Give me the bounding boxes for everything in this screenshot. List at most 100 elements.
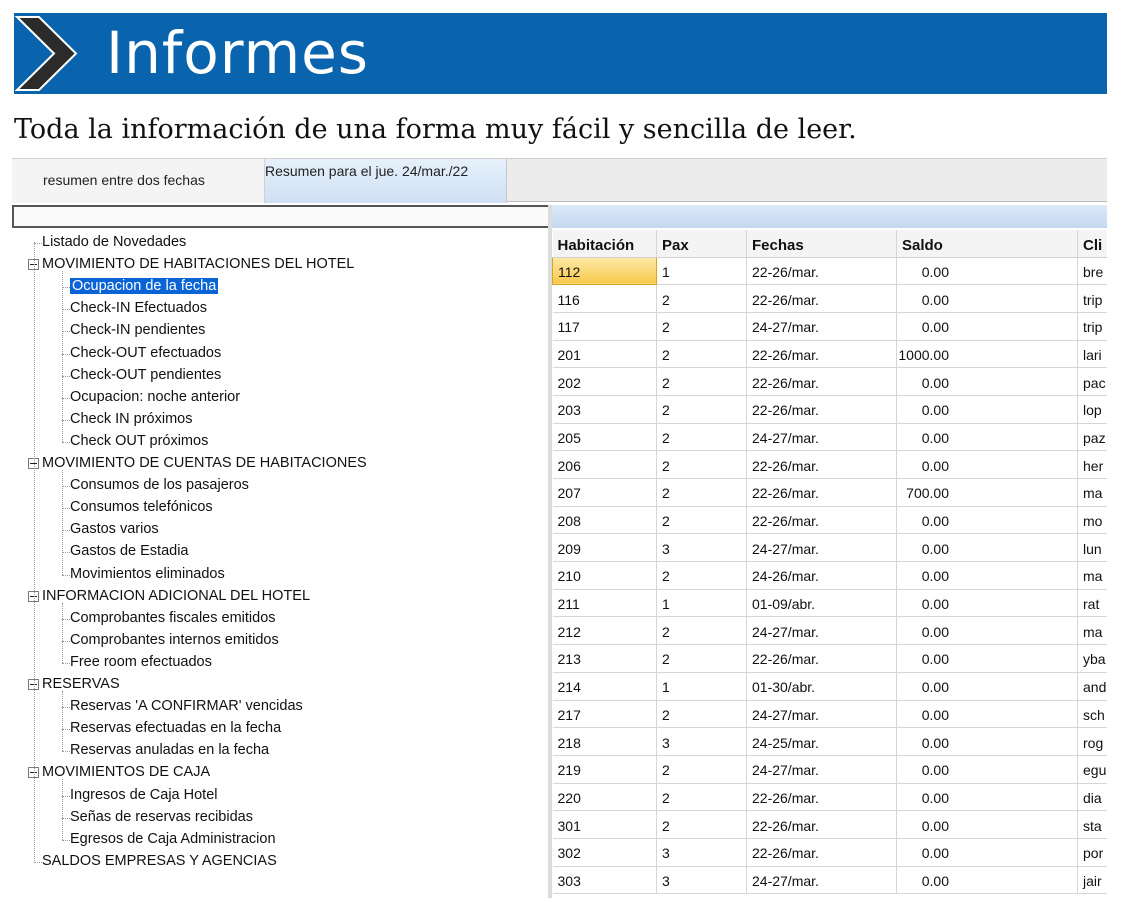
table-row[interactable]: 218 3 24-25/mar. 0.00 rog <box>552 727 1107 756</box>
table-cell[interactable]: 3 <box>656 727 747 756</box>
table-cell[interactable]: 1 <box>656 589 747 618</box>
table-cell[interactable]: 3 <box>656 838 747 867</box>
tree-item[interactable]: Reservas 'A CONFIRMAR' vencidas <box>70 696 303 716</box>
table-cell[interactable]: 24-26/mar. <box>746 561 897 590</box>
table-cell[interactable]: 24-27/mar. <box>746 866 897 895</box>
table-cell[interactable]: 0.00 <box>896 727 1078 756</box>
table-cell[interactable]: 2 <box>656 561 747 590</box>
table-row[interactable]: 116 2 22-26/mar. 0.00 trip <box>552 284 1107 313</box>
table-cell[interactable]: 205 <box>552 423 657 452</box>
tree-item[interactable]: Ocupacion: noche anterior <box>70 387 240 407</box>
tree-item[interactable]: Gastos de Estadia <box>70 541 189 561</box>
table-cell[interactable]: 24-27/mar. <box>746 533 897 563</box>
table-cell[interactable]: lun <box>1077 533 1107 563</box>
table-cell[interactable]: 0.00 <box>896 672 1078 701</box>
tree-item[interactable]: Consumos de los pasajeros <box>70 475 249 495</box>
table-row[interactable]: 201 2 22-26/mar. 1000.00 lari <box>552 340 1107 369</box>
tree-item[interactable]: Check-OUT pendientes <box>70 365 221 385</box>
column-header-cliente[interactable]: Cli <box>1077 230 1107 258</box>
table-cell[interactable]: 0.00 <box>896 561 1078 590</box>
table-cell[interactable]: 22-26/mar. <box>746 367 897 396</box>
table-cell[interactable]: 220 <box>552 783 657 812</box>
table-cell[interactable]: 303 <box>552 866 657 895</box>
table-row[interactable]: 213 2 22-26/mar. 0.00 yba <box>552 644 1107 673</box>
table-cell[interactable]: 22-26/mar. <box>746 478 897 507</box>
column-header-pax[interactable]: Pax <box>656 230 747 258</box>
table-cell[interactable]: 2 <box>656 616 747 646</box>
table-cell[interactable]: 0.00 <box>896 838 1078 867</box>
table-cell[interactable]: 0.00 <box>896 423 1078 452</box>
tab-resumen-entre-fechas[interactable]: resumen entre dos fechas <box>12 159 265 203</box>
table-cell[interactable]: 2 <box>656 423 747 452</box>
tree-item[interactable]: Check-IN pendientes <box>70 320 205 340</box>
table-cell[interactable]: jair <box>1077 866 1107 895</box>
table-cell[interactable]: 217 <box>552 700 657 729</box>
table-cell[interactable]: 24-27/mar. <box>746 755 897 784</box>
table-cell[interactable]: 206 <box>552 450 657 479</box>
table-cell[interactable]: 01-09/abr. <box>746 589 897 618</box>
tree-item[interactable]: MOVIMIENTO DE CUENTAS DE HABITACIONES <box>42 453 367 473</box>
table-cell[interactable]: 2 <box>656 367 747 396</box>
table-cell[interactable]: 1 <box>656 257 747 286</box>
table-cell[interactable]: sta <box>1077 810 1107 839</box>
table-cell[interactable]: 0.00 <box>896 866 1078 895</box>
table-row[interactable]: 203 2 22-26/mar. 0.00 lop <box>552 395 1107 424</box>
table-row[interactable]: 207 2 22-26/mar. 700.00 ma <box>552 478 1107 507</box>
table-cell[interactable]: 22-26/mar. <box>746 257 897 286</box>
table-row[interactable]: 208 2 22-26/mar. 0.00 mo <box>552 506 1107 535</box>
table-cell[interactable]: 0.00 <box>896 450 1078 479</box>
table-cell[interactable]: trip <box>1077 312 1107 341</box>
table-cell[interactable]: 700.00 <box>896 478 1078 507</box>
tree-item[interactable]: Check IN próximos <box>70 409 192 429</box>
table-row[interactable]: 303 3 24-27/mar. 0.00 jair <box>552 866 1107 895</box>
table-row[interactable]: 214 1 01-30/abr. 0.00 and <box>552 672 1107 701</box>
tree-item[interactable]: Reservas anuladas en la fecha <box>70 740 269 760</box>
table-cell[interactable]: yba <box>1077 644 1107 673</box>
table-row[interactable]: 302 3 22-26/mar. 0.00 por <box>552 838 1107 867</box>
table-cell[interactable]: 3 <box>656 866 747 895</box>
table-cell[interactable]: dia <box>1077 783 1107 812</box>
table-cell[interactable]: 3 <box>656 533 747 563</box>
table-cell[interactable]: 22-26/mar. <box>746 838 897 867</box>
tree-item[interactable]: Check-IN Efectuados <box>70 298 207 318</box>
table-row[interactable]: 206 2 22-26/mar. 0.00 her <box>552 450 1107 479</box>
table-cell[interactable]: ma <box>1077 478 1107 507</box>
table-cell[interactable]: 0.00 <box>896 312 1078 341</box>
table-row[interactable]: 212 2 24-27/mar. 0.00 ma <box>552 616 1107 646</box>
table-cell[interactable]: 0.00 <box>896 616 1078 646</box>
table-cell[interactable]: 1000.00 <box>896 340 1078 369</box>
table-cell[interactable]: 117 <box>552 312 657 341</box>
table-cell[interactable]: 0.00 <box>896 395 1078 424</box>
table-cell[interactable]: 208 <box>552 506 657 535</box>
table-cell[interactable]: 209 <box>552 533 657 563</box>
table-cell[interactable]: lari <box>1077 340 1107 369</box>
table-cell[interactable]: ma <box>1077 561 1107 590</box>
tree-item[interactable]: SALDOS EMPRESAS Y AGENCIAS <box>42 851 277 871</box>
tree-item[interactable]: Comprobantes fiscales emitidos <box>70 608 276 628</box>
table-cell[interactable]: 2 <box>656 395 747 424</box>
table-cell[interactable]: 2 <box>656 700 747 729</box>
table-cell[interactable]: 0.00 <box>896 810 1078 839</box>
table-cell[interactable]: 302 <box>552 838 657 867</box>
tree-item[interactable]: INFORMACION ADICIONAL DEL HOTEL <box>42 586 310 606</box>
table-row[interactable]: 219 2 24-27/mar. 0.00 egu <box>552 755 1107 784</box>
table-cell[interactable]: 24-27/mar. <box>746 700 897 729</box>
table-row[interactable]: 112 1 22-26/mar. 0.00 bre <box>552 256 1107 286</box>
table-cell[interactable]: and <box>1077 672 1107 701</box>
table-cell[interactable]: 2 <box>656 312 747 341</box>
table-cell[interactable]: ma <box>1077 616 1107 646</box>
table-row[interactable]: 210 2 24-26/mar. 0.00 ma <box>552 561 1107 590</box>
table-cell[interactable]: 0.00 <box>896 367 1078 396</box>
table-cell[interactable]: 211 <box>552 589 657 618</box>
table-cell[interactable]: 2 <box>656 783 747 812</box>
tree-item[interactable]: Free room efectuados <box>70 652 212 672</box>
table-cell[interactable]: sch <box>1077 700 1107 729</box>
table-cell[interactable]: 203 <box>552 395 657 424</box>
column-header-saldo[interactable]: Saldo <box>896 230 1078 258</box>
table-cell[interactable]: 2 <box>656 644 747 673</box>
table-cell[interactable]: 0.00 <box>896 589 1078 618</box>
tree-item[interactable]: Listado de Novedades <box>42 232 186 252</box>
tree-item[interactable]: Gastos varios <box>70 519 159 539</box>
table-cell[interactable]: trip <box>1077 284 1107 313</box>
table-cell[interactable]: pac <box>1077 367 1107 396</box>
